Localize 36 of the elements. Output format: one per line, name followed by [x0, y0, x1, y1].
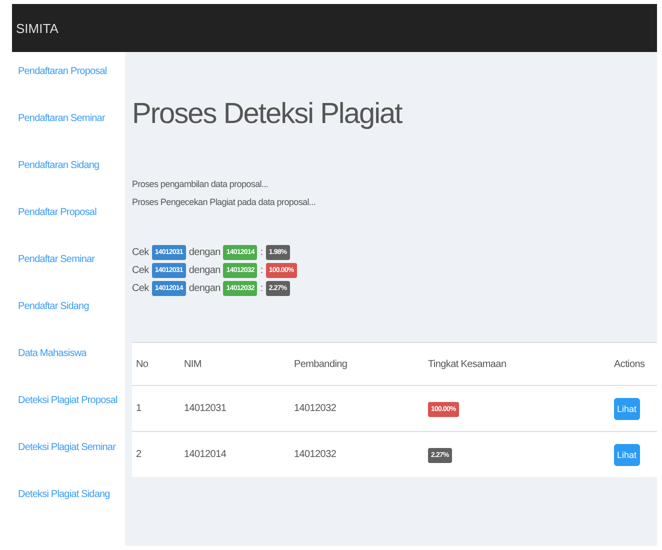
view-button[interactable]: Lihat	[614, 444, 640, 466]
table-cell-text: 14012014	[184, 449, 228, 460]
check-label: Cek	[132, 247, 149, 258]
table-cell-text: 1	[136, 403, 142, 414]
check-label: Cek	[132, 265, 149, 276]
check-label: dengan	[188, 265, 220, 276]
sidebar-link[interactable]: Pendaftaran Seminar	[12, 113, 125, 160]
page-title: Proses Deteksi Plagiat	[132, 98, 404, 131]
column-header: NIM	[184, 358, 202, 370]
sidebar-link[interactable]: Deteksi Plagiat Seminar	[12, 442, 125, 489]
sidebar-link[interactable]: Pendaftaran Proposal	[12, 66, 125, 113]
sidebar-link[interactable]: Pendaftaran Sidang	[12, 160, 125, 207]
table-cell-text: 14012031	[184, 403, 228, 414]
table-cell-text: 14012032	[294, 403, 338, 414]
separator-text: :	[260, 247, 263, 258]
table-cell-text: 2	[136, 449, 142, 460]
sidebar-link[interactable]: Data Mahasiswa	[12, 348, 125, 395]
sidebar-link[interactable]: Pendaftar Sidang	[12, 301, 125, 348]
table-cell-text: 14012032	[294, 449, 338, 460]
column-header: Pembanding	[294, 358, 348, 370]
sidebar-link[interactable]: Deteksi Plagiat Sidang	[12, 489, 125, 536]
column-header: No	[136, 358, 150, 370]
sidebar-link[interactable]: Pendaftar Seminar	[12, 254, 125, 301]
separator-text: :	[260, 265, 263, 276]
view-button[interactable]: Lihat	[614, 398, 640, 420]
sidebar-link[interactable]: Deteksi Plagiat Proposal	[12, 395, 125, 442]
log-line: Proses Pengecekan Plagiat pada data proposal...	[132, 197, 317, 207]
check-label: Cek	[132, 283, 149, 294]
brand-title[interactable]: SIMITA	[16, 20, 58, 36]
column-header: Tingkat Kesamaan	[428, 358, 508, 370]
check-label: dengan	[188, 247, 220, 258]
check-label: dengan	[188, 283, 220, 294]
sidebar-link[interactable]: Pendaftar Proposal	[12, 207, 125, 254]
separator-text: :	[260, 283, 263, 294]
column-header: Actions	[614, 358, 646, 370]
log-line: Proses pengambilan data proposal...	[132, 179, 270, 189]
